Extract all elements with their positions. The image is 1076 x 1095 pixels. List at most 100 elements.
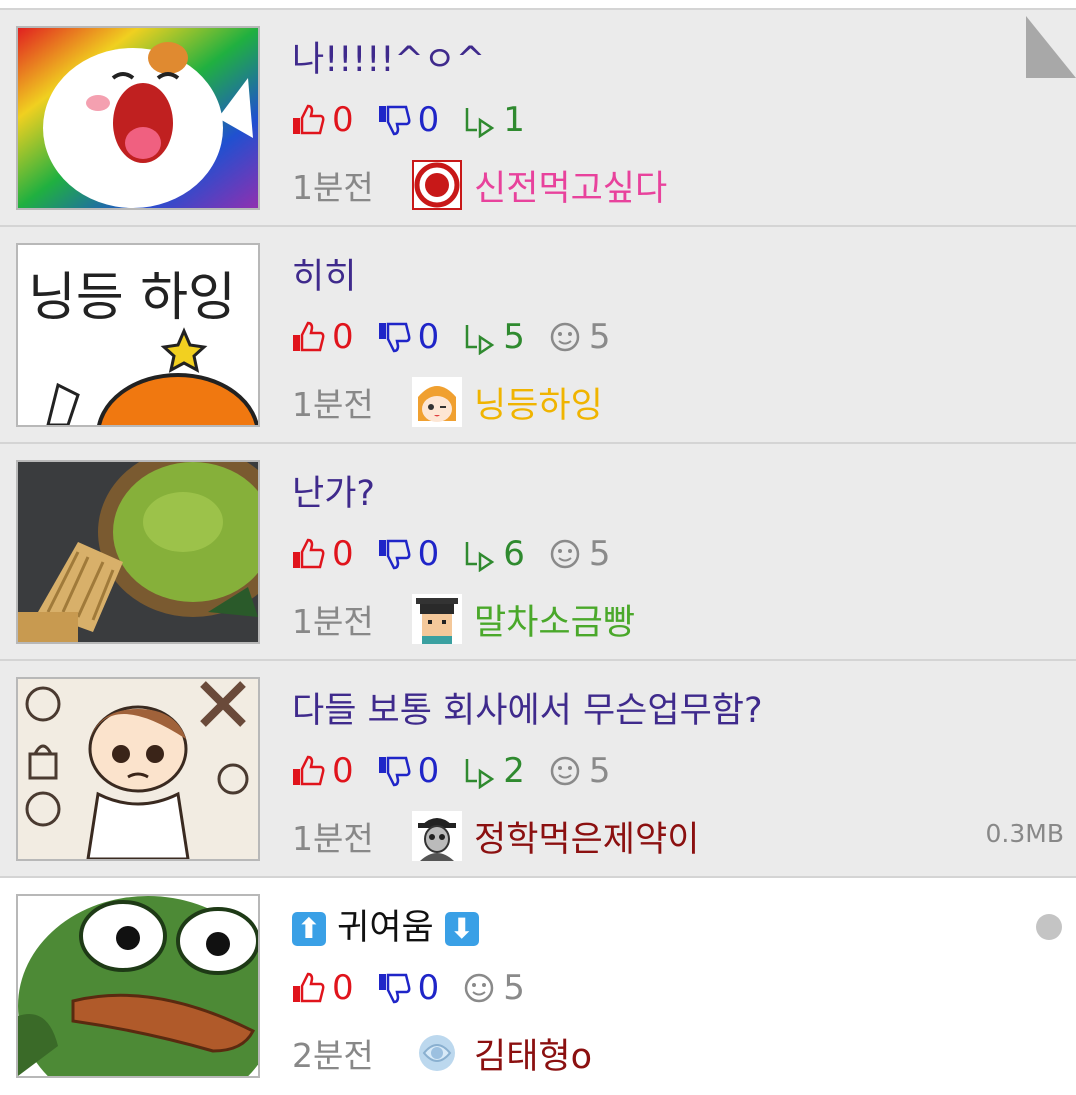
author-name[interactable]: 정학먹은제약이 [474,811,699,862]
post-thumbnail[interactable] [16,26,260,210]
author-name[interactable]: 닝등하잉 [474,377,603,428]
post-stats: 0 0 2 5 [290,749,633,793]
downvote-count: 0 [417,751,440,791]
reply-count: 1 [503,100,525,140]
reply-arrow-icon [466,108,495,138]
arrow-up-icon: ⬆ [292,912,326,946]
divider [0,0,1076,10]
post-item[interactable]: 난가? 0 0 6 5 1분전 말차소금빵 [0,444,1076,661]
post-time: 1분전 [292,385,374,424]
pumpkin-doodle-image: 닝등 하잉 [18,245,258,425]
post-title[interactable]: 히히 [292,255,356,299]
views-count: 5 [588,534,611,574]
thumbs-up-icon [293,972,325,1003]
pepe-frog-image [18,896,258,1076]
reply-stat: 6 [461,534,525,574]
author-name[interactable]: 말차소금빵 [474,594,635,645]
post-stats: 0 0 5 [290,966,547,1010]
reply-arrow-icon [466,542,495,572]
post-meta: 1분전 말차소금빵 [292,594,635,644]
upvote-stat: 0 [290,751,354,791]
post-time: 2분전 [292,1036,374,1075]
views-stat: 5 [461,968,525,1008]
post-list: 나!!!!!^ㅇ^ 0 0 1 1분전 신전먹고싶다 닝등 하잉 히히 0 0 … [0,0,1076,1095]
avatar[interactable] [412,160,462,210]
thumbs-down-icon [378,105,411,136]
thumbs-up-icon [293,755,325,786]
hamster-image [18,28,258,208]
thumbs-up-icon [293,538,325,569]
upvote-count: 0 [332,317,354,357]
views-count: 5 [588,317,611,357]
views-stat: 5 [547,751,611,791]
post-title[interactable]: ⬆ 귀여움 ⬇ [292,906,479,950]
views-count: 5 [503,968,525,1008]
post-title-text: 귀여움 [337,908,434,948]
post-title[interactable]: 난가? [292,472,375,516]
unread-dot [1036,914,1062,940]
reply-count: 6 [503,534,525,574]
post-time: 1분전 [292,602,374,641]
downvote-stat: 0 [376,751,440,791]
views-stat: 5 [547,317,611,357]
author-name[interactable]: 김태형o [474,1028,592,1079]
upvote-count: 0 [332,100,354,140]
post-time: 1분전 [292,168,374,207]
downvote-stat: 0 [376,100,440,140]
upvote-count: 0 [332,968,354,1008]
views-stat: 5 [547,534,611,574]
avatar[interactable] [412,811,462,861]
thumbs-down-icon [378,973,411,1004]
reply-count: 2 [503,751,525,791]
post-item[interactable]: ⬆ 귀여움 ⬇ 0 0 5 2분전 김태형o [0,878,1076,1095]
author-name[interactable]: 신전먹고싶다 [474,160,667,211]
downvote-count: 0 [417,317,440,357]
reply-stat: 1 [461,100,525,140]
downvote-count: 0 [417,968,440,1008]
post-meta: 1분전 신전먹고싶다 [292,160,667,210]
post-item[interactable]: 다들 보통 회사에서 무슨업무함? 0 0 2 5 1분전 정학먹은제약이 0.… [0,661,1076,878]
corner-fold-icon [1026,16,1076,78]
smiley-icon [550,539,580,569]
avatar[interactable] [412,377,462,427]
post-thumbnail[interactable]: 닝등 하잉 [16,243,260,427]
downvote-stat: 0 [376,534,440,574]
post-item[interactable]: 닝등 하잉 히히 0 0 5 5 1분전 닝등하잉 [0,227,1076,444]
office-boy-doodle-image [18,679,258,859]
upvote-stat: 0 [290,534,354,574]
reply-arrow-icon [466,325,495,355]
smiley-icon [550,322,580,352]
avatar[interactable] [412,1028,462,1078]
upvote-stat: 0 [290,968,354,1008]
matcha-image [18,462,258,642]
smiley-icon [550,756,580,786]
thumbs-down-icon [378,756,411,787]
upvote-count: 0 [332,534,354,574]
post-stats: 0 0 5 5 [290,315,633,359]
upvote-stat: 0 [290,100,354,140]
avatar[interactable] [412,594,462,644]
post-stats: 0 0 6 5 [290,532,633,576]
post-title[interactable]: 나!!!!!^ㅇ^ [292,38,485,82]
smiley-icon [465,973,494,1003]
views-count: 5 [588,751,611,791]
downvote-stat: 0 [376,968,440,1008]
post-thumbnail[interactable] [16,677,260,861]
thumbs-up-icon [293,104,325,135]
downvote-stat: 0 [376,317,440,357]
post-thumbnail[interactable] [16,460,260,644]
downvote-count: 0 [417,534,440,574]
reply-count: 5 [503,317,525,357]
reply-stat: 2 [461,751,525,791]
post-item[interactable]: 나!!!!!^ㅇ^ 0 0 1 1분전 신전먹고싶다 [0,10,1076,227]
post-meta: 2분전 김태형o [292,1028,592,1078]
upvote-count: 0 [332,751,354,791]
post-title[interactable]: 다들 보통 회사에서 무슨업무함? [292,689,763,733]
downvote-count: 0 [417,100,440,140]
upvote-stat: 0 [290,317,354,357]
attachment-size: 0.3MB [985,819,1064,848]
post-thumbnail[interactable] [16,894,260,1078]
post-time: 1분전 [292,819,374,858]
reply-arrow-icon [466,759,495,789]
post-meta: 1분전 정학먹은제약이 [292,811,699,861]
